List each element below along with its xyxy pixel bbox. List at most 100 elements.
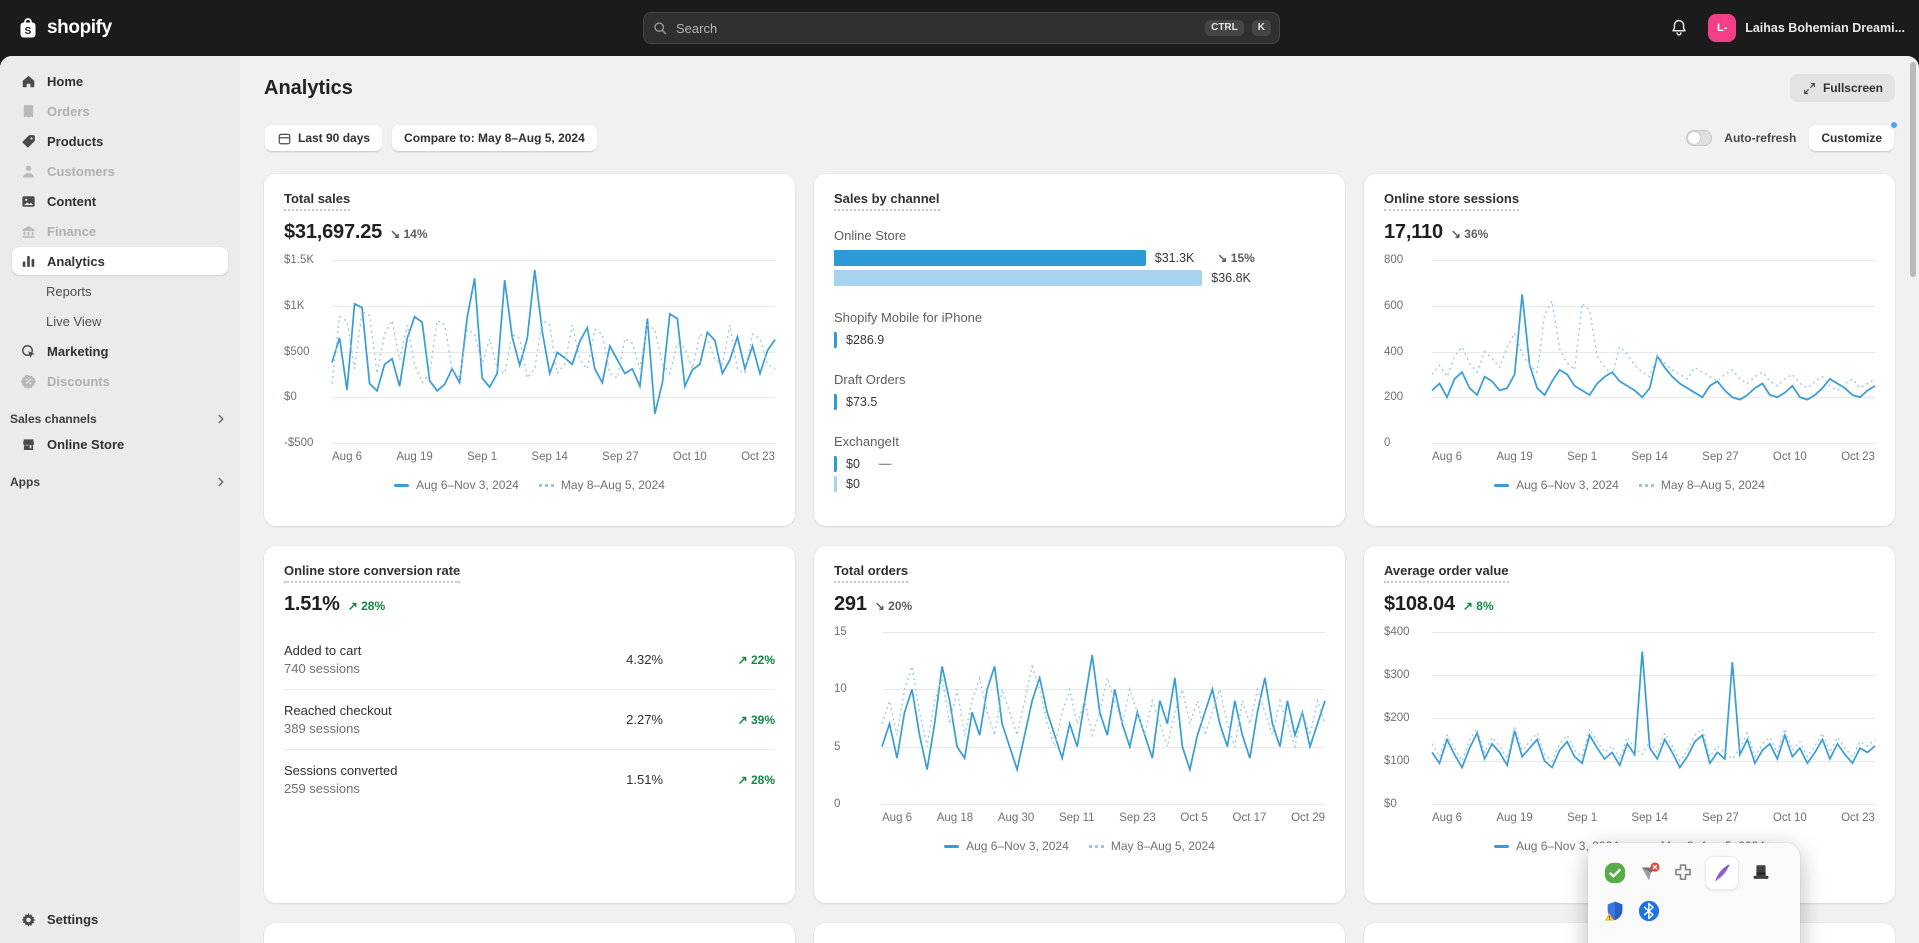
y-axis-label: $0 <box>1384 798 1397 810</box>
sidebar-item-label: Marketing <box>47 344 108 359</box>
extension-feather-icon[interactable] <box>1705 856 1739 890</box>
compare-button[interactable]: Compare to: May 8–Aug 5, 2024 <box>391 124 598 152</box>
x-axis-label: Aug 19 <box>1496 451 1532 463</box>
extension-knot-icon[interactable] <box>1671 861 1695 885</box>
discounts-icon <box>20 373 37 390</box>
no-change-dash: — <box>879 457 892 471</box>
funnel-step-rate: 2.27% <box>626 712 663 727</box>
card-title-aov[interactable]: Average order value <box>1384 563 1509 578</box>
sessions-card: Online store sessions 17,110 ↘ 36% 80060… <box>1364 174 1895 526</box>
card-title-orders[interactable]: Total orders <box>834 563 908 578</box>
channel-value: $286.9 <box>846 333 884 347</box>
funnel-row-sessions-converted: Sessions converted259 sessions1.51%↗ 28% <box>284 749 775 809</box>
y-axis-label: 0 <box>1384 437 1390 449</box>
fullscreen-button[interactable]: Fullscreen <box>1790 74 1895 102</box>
topbar: S shopify Search CTRL K L- Laihas Bohemi… <box>0 0 1919 56</box>
finance-icon <box>20 223 37 240</box>
sidebar-section-apps[interactable]: Apps <box>10 475 228 489</box>
x-axis-label: Oct 10 <box>1773 812 1807 824</box>
sidebar-item-products[interactable]: Products <box>12 127 228 155</box>
x-axis-label: Aug 6 <box>332 451 362 463</box>
scrollbar-thumb[interactable] <box>1910 62 1916 277</box>
x-axis-label: Sep 27 <box>602 451 638 463</box>
customer-cohort-card: Customer cohort analysis <box>814 923 1345 943</box>
extension-bluetooth-icon[interactable] <box>1637 899 1661 923</box>
main-content: Analytics Fullscreen Last 90 days Compar… <box>240 56 1919 943</box>
y-axis-label: 400 <box>1384 346 1403 358</box>
sidebar-item-label: Orders <box>47 104 90 119</box>
channel-value: $31.3K <box>1155 251 1195 265</box>
sidebar-item-live-view[interactable]: Live View <box>12 307 228 335</box>
user-menu[interactable]: L- Laihas Bohemian Dreami... <box>1708 14 1905 42</box>
series-current <box>1432 651 1875 767</box>
legend-label: Aug 6–Nov 3, 2024 <box>966 839 1069 853</box>
y-axis-label: 800 <box>1384 254 1403 266</box>
settings-icon <box>20 911 37 928</box>
x-axis-label: Oct 23 <box>1841 812 1875 824</box>
sidebar-item-marketing[interactable]: Marketing <box>12 337 228 365</box>
x-axis-label: Oct 5 <box>1180 812 1207 824</box>
store-name: Laihas Bohemian Dreami... <box>1745 21 1905 35</box>
funnel-row-reached-checkout: Reached checkout389 sessions2.27%↗ 39% <box>284 689 775 749</box>
chart-legend: Aug 6–Nov 3, 2024May 8–Aug 5, 2024 <box>1384 478 1875 492</box>
svg-text:S: S <box>25 26 32 37</box>
customize-button[interactable]: Customize <box>1808 124 1895 152</box>
notification-bell-icon[interactable] <box>1668 17 1690 39</box>
y-axis-label: -$500 <box>284 437 313 449</box>
card-title-sales-by-channel[interactable]: Sales by channel <box>834 191 940 206</box>
extension-pin-icon[interactable] <box>1637 861 1661 885</box>
extension-shield-icon[interactable] <box>1603 899 1627 923</box>
sidebar-item-analytics[interactable]: Analytics <box>12 247 228 275</box>
y-axis-label: 15 <box>834 626 847 638</box>
search-input[interactable]: Search CTRL K <box>643 12 1280 44</box>
sidebar-item-label: Analytics <box>47 254 105 269</box>
channel-value: $0 <box>846 457 860 471</box>
sidebar-item-customers[interactable]: Customers <box>12 157 228 185</box>
y-axis-label: $0 <box>284 391 297 403</box>
aov-value: $108.04 <box>1384 593 1455 616</box>
shortcut-k-key: K <box>1252 20 1271 36</box>
shortcut-ctrl-key: CTRL <box>1205 20 1244 36</box>
total-orders-card: Total orders 291 ↘ 20% 151050Aug 6Aug 18… <box>814 546 1345 903</box>
y-axis-label: $300 <box>1384 669 1410 681</box>
auto-refresh-toggle[interactable] <box>1686 130 1712 146</box>
legend-label: Aug 6–Nov 3, 2024 <box>416 478 519 492</box>
chart-plot <box>1432 260 1875 443</box>
sidebar-item-label: Live View <box>46 314 101 329</box>
funnel-step-delta: ↗ 22% <box>715 653 775 667</box>
sidebar-section-sales-channels[interactable]: Sales channels <box>10 412 228 426</box>
extension-check-icon[interactable] <box>1603 861 1627 885</box>
sidebar-item-reports[interactable]: Reports <box>12 277 228 305</box>
legend-swatch-previous <box>1639 484 1654 487</box>
sidebar-item-discounts[interactable]: Discounts <box>12 367 228 395</box>
channel-bar-current <box>834 332 837 348</box>
auto-refresh-label: Auto-refresh <box>1724 131 1796 145</box>
y-axis-label: $200 <box>1384 712 1410 724</box>
sidebar-item-orders[interactable]: Orders <box>12 97 228 125</box>
card-title-conversion[interactable]: Online store conversion rate <box>284 563 460 578</box>
funnel-step-sessions: 259 sessions <box>284 781 626 796</box>
sidebar-item-settings[interactable]: Settings <box>12 905 228 933</box>
sidebar-item-online-store[interactable]: Online Store <box>12 430 228 458</box>
x-axis-label: Sep 1 <box>1567 451 1597 463</box>
channel-bar-current <box>834 456 837 472</box>
x-axis-label: Sep 1 <box>467 451 497 463</box>
sidebar-item-home[interactable]: Home <box>12 67 228 95</box>
date-range-button[interactable]: Last 90 days <box>264 124 383 152</box>
legend-label: Aug 6–Nov 3, 2024 <box>1516 478 1619 492</box>
extension-hat-icon[interactable] <box>1749 861 1773 885</box>
products-icon <box>20 133 37 150</box>
card-title-total-sales[interactable]: Total sales <box>284 191 350 206</box>
sidebar-item-finance[interactable]: Finance <box>12 217 228 245</box>
chart-plot <box>882 632 1325 804</box>
sidebar-item-content[interactable]: Content <box>12 187 228 215</box>
channel-online-store: Online Store$31.3K↘ 15%$36.8K <box>834 228 1325 286</box>
y-axis-label: $1K <box>284 300 304 312</box>
fullscreen-icon <box>1802 81 1817 96</box>
shopify-logo[interactable]: S shopify <box>16 16 112 40</box>
channel-name: Shopify Mobile for iPhone <box>834 310 1325 325</box>
search-placeholder: Search <box>676 21 1197 36</box>
y-axis-label: 200 <box>1384 391 1403 403</box>
calendar-icon <box>277 131 292 146</box>
card-title-sessions[interactable]: Online store sessions <box>1384 191 1519 206</box>
